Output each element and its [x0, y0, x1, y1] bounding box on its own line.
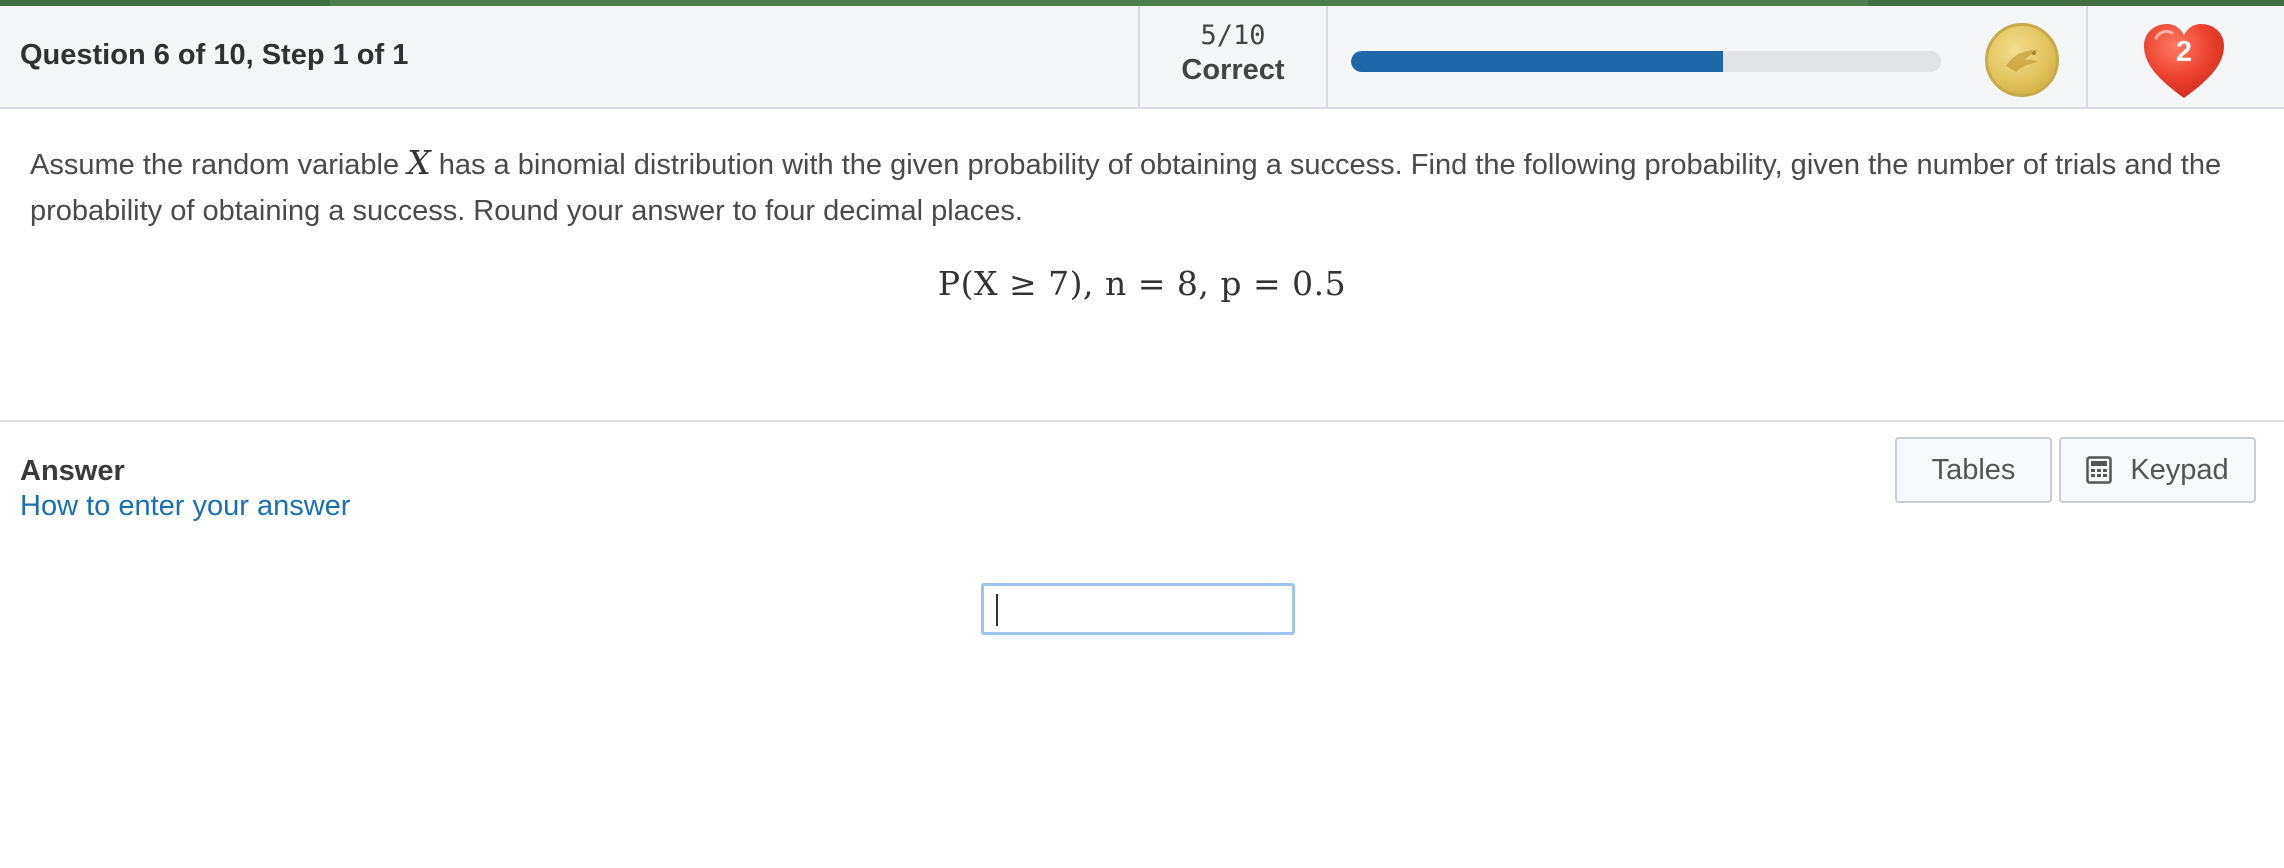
progress-bar [1351, 51, 1941, 72]
eagle-coin-icon[interactable] [1985, 23, 2059, 97]
keypad-button[interactable]: Keypad [2059, 437, 2256, 503]
question-text-part: Assume the random variable [30, 149, 408, 181]
question-title: Question 6 of 10, Step 1 of 1 [20, 39, 409, 71]
answer-label: Answer [20, 455, 125, 487]
text-caret [996, 594, 998, 626]
score-box: 5/10 Correct [1138, 6, 1328, 107]
question-text: Assume the random variable X has a binom… [30, 140, 2260, 234]
tables-button[interactable]: Tables [1895, 437, 2052, 503]
hearts-count: 2 [2175, 36, 2193, 68]
keypad-button-label: Keypad [2130, 453, 2229, 486]
eagle-glyph-icon [2006, 50, 2038, 72]
tables-button-label: Tables [1931, 453, 2016, 486]
progress-bar-fill [1351, 51, 1723, 72]
answer-input[interactable] [981, 583, 1295, 635]
question-header: Question 6 of 10, Step 1 of 1 5/10 Corre… [0, 6, 2284, 109]
how-to-enter-answer-link[interactable]: How to enter your answer [20, 490, 350, 523]
score-value: 5/10 [1200, 20, 1266, 51]
probability-formula: P(X ≥ 7), n = 8, p = 0.5 [937, 264, 1347, 303]
random-variable: X [407, 143, 431, 182]
hearts-box: 2 [2086, 6, 2282, 107]
section-divider [0, 420, 2284, 422]
calculator-icon [2086, 456, 2113, 484]
score-label: Correct [1181, 54, 1285, 86]
